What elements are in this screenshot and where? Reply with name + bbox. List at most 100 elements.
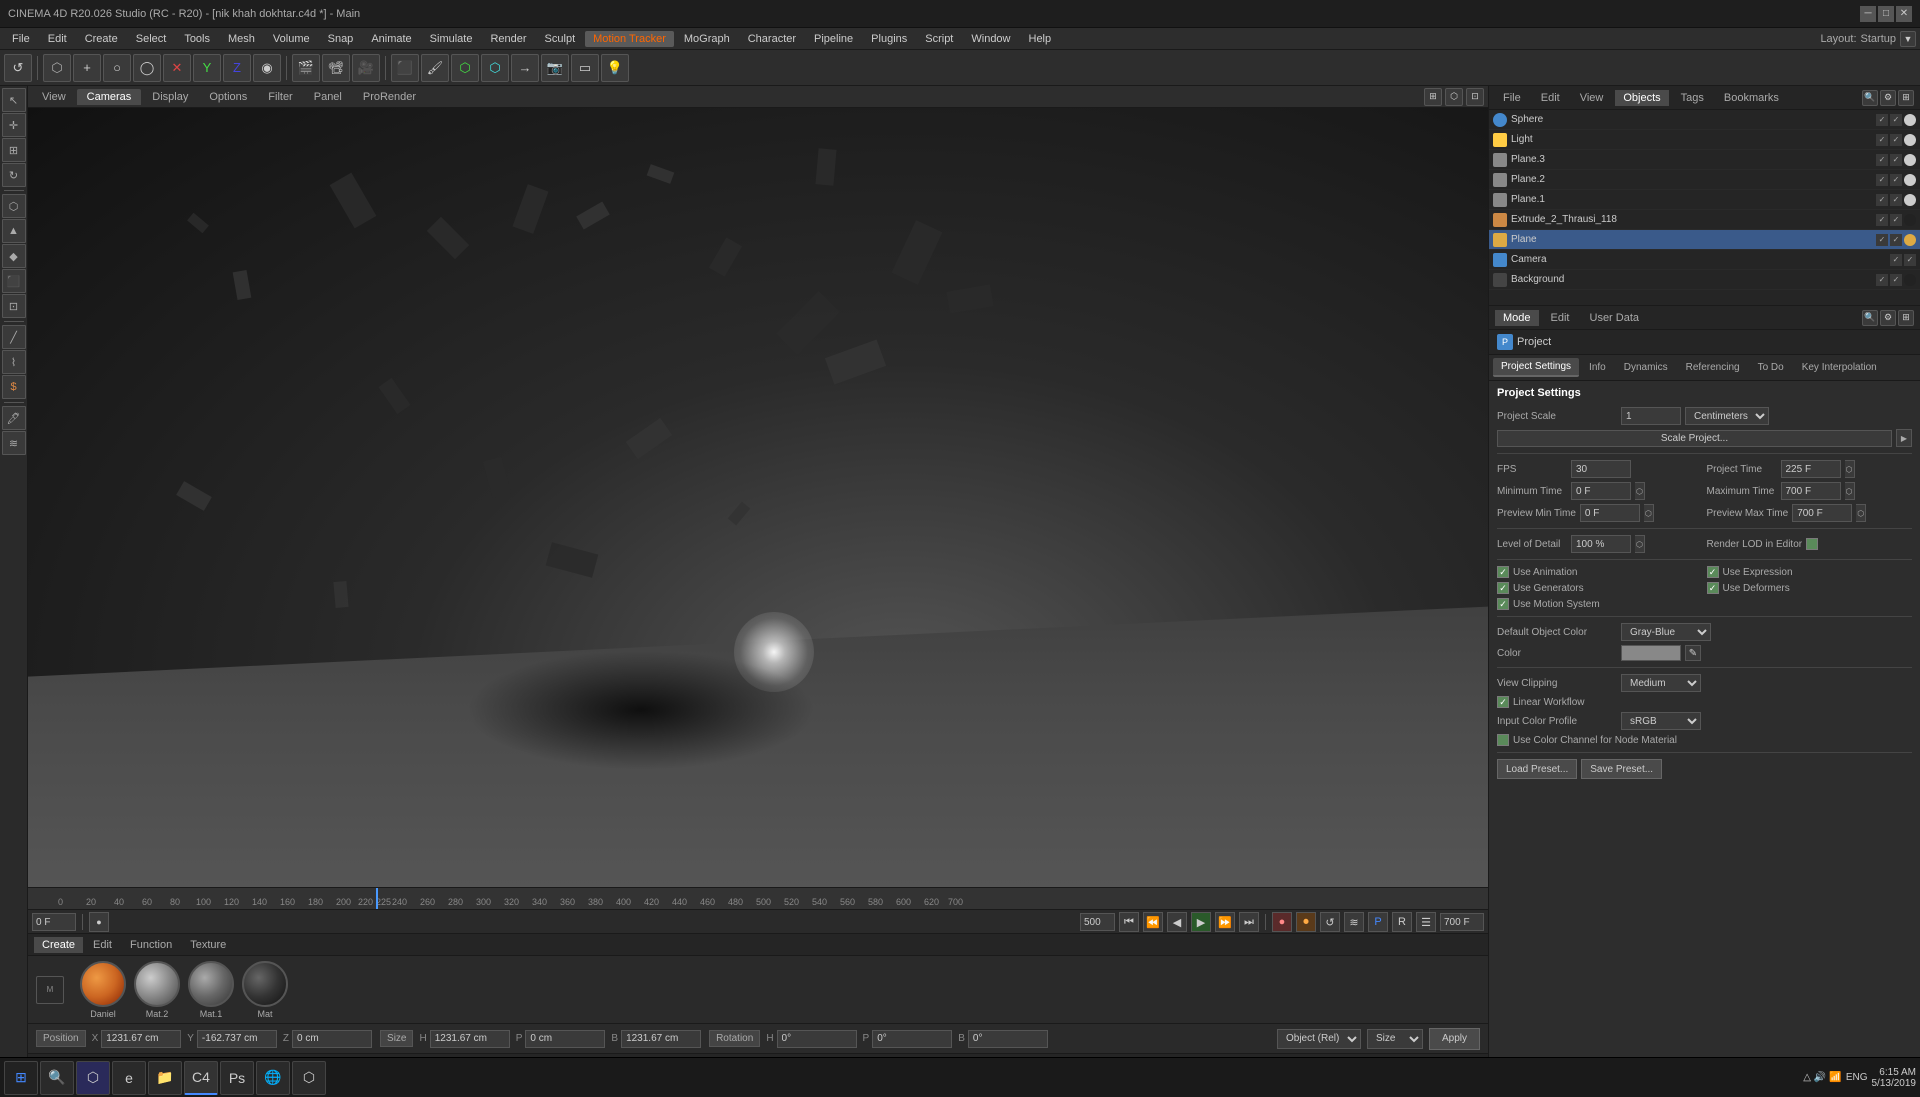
menu-edit[interactable]: Edit bbox=[40, 31, 75, 47]
tool-render[interactable]: 🎥 bbox=[352, 54, 380, 82]
left-tool-s[interactable]: $ bbox=[2, 375, 26, 399]
obj-plane2[interactable]: Plane.2 ✓ ✓ bbox=[1489, 170, 1920, 190]
menu-render[interactable]: Render bbox=[482, 31, 534, 47]
obj-plane2-vis[interactable]: ✓ bbox=[1876, 174, 1888, 186]
timeline-ruler[interactable]: 0 20 40 60 80 100 120 140 160 180 200 22… bbox=[28, 888, 1488, 910]
apply-button[interactable]: Apply bbox=[1429, 1028, 1480, 1050]
left-tool-mode4[interactable]: ⬛ bbox=[2, 269, 26, 293]
pos-key-btn[interactable]: P bbox=[1368, 912, 1388, 932]
use-expression-checkbox[interactable] bbox=[1707, 566, 1719, 578]
props-tab-info[interactable]: Info bbox=[1581, 359, 1614, 376]
obj-extrude-render[interactable]: ✓ bbox=[1890, 214, 1902, 226]
tool-film2[interactable]: 📽 bbox=[322, 54, 350, 82]
left-tool-mode5[interactable]: ⊡ bbox=[2, 294, 26, 318]
play-back[interactable]: ◀ bbox=[1167, 912, 1187, 932]
left-tool-rotate[interactable]: ↻ bbox=[2, 163, 26, 187]
menu-pipeline[interactable]: Pipeline bbox=[806, 31, 861, 47]
obj-light-vis[interactable]: ✓ bbox=[1876, 134, 1888, 146]
panel-tab-file[interactable]: File bbox=[1495, 90, 1529, 106]
props-tab-todo[interactable]: To Do bbox=[1750, 359, 1792, 376]
material-mat[interactable]: Mat bbox=[242, 961, 288, 1019]
size-p-input[interactable] bbox=[525, 1030, 605, 1048]
min-time-input[interactable] bbox=[1571, 482, 1631, 500]
obj-light[interactable]: Light ✓ ✓ bbox=[1489, 130, 1920, 150]
close-button[interactable]: ✕ bbox=[1896, 6, 1912, 22]
obj-extrude[interactable]: Extrude_2_Thrausi_118 ✓ ✓ bbox=[1489, 210, 1920, 230]
rot-p-input[interactable] bbox=[872, 1030, 952, 1048]
props-header-userdata[interactable]: User Data bbox=[1582, 310, 1648, 326]
viewport-3d[interactable] bbox=[28, 108, 1488, 887]
left-tool-mode2[interactable]: ▲ bbox=[2, 219, 26, 243]
mat-tab-texture[interactable]: Texture bbox=[182, 937, 234, 953]
obj-camera-vis[interactable]: ✓ bbox=[1890, 254, 1902, 266]
pos-y-input[interactable] bbox=[197, 1030, 277, 1048]
record-scheme-btn[interactable]: R bbox=[1392, 912, 1412, 932]
loop-btn[interactable]: ↺ bbox=[1320, 912, 1340, 932]
project-scale-input[interactable] bbox=[1621, 407, 1681, 425]
project-time-arrow[interactable]: ⬡ bbox=[1845, 460, 1855, 478]
viewport-tab-view[interactable]: View bbox=[32, 89, 76, 105]
menu-volume[interactable]: Volume bbox=[265, 31, 318, 47]
panel-tab-bookmarks[interactable]: Bookmarks bbox=[1716, 90, 1787, 106]
left-tool-mode3[interactable]: ◆ bbox=[2, 244, 26, 268]
taskbar-explorer[interactable]: 📁 bbox=[148, 1061, 182, 1095]
obj-plane-vis[interactable]: ✓ bbox=[1876, 234, 1888, 246]
left-tool-l1[interactable]: ╱ bbox=[2, 325, 26, 349]
panel-tab-objects[interactable]: Objects bbox=[1615, 90, 1668, 106]
use-motion-checkbox[interactable] bbox=[1497, 598, 1509, 610]
size-h-input[interactable] bbox=[430, 1030, 510, 1048]
color-swatch[interactable] bbox=[1621, 645, 1681, 661]
viewport-tab-cameras[interactable]: Cameras bbox=[77, 89, 142, 105]
obj-plane[interactable]: Plane ✓ ✓ bbox=[1489, 230, 1920, 250]
preview-min-input[interactable] bbox=[1580, 504, 1640, 522]
project-scale-unit[interactable]: Centimeters Meters Millimeters bbox=[1685, 407, 1769, 425]
panel-tab-tags[interactable]: Tags bbox=[1673, 90, 1712, 106]
panel-tab-edit[interactable]: Edit bbox=[1533, 90, 1568, 106]
left-tool-scale[interactable]: ⊞ bbox=[2, 138, 26, 162]
scale-project-button[interactable]: Scale Project... bbox=[1497, 430, 1892, 447]
menu-simulate[interactable]: Simulate bbox=[422, 31, 481, 47]
props-search-icon[interactable]: 🔍 bbox=[1862, 310, 1878, 326]
props-maximize-icon[interactable]: ⊞ bbox=[1898, 310, 1914, 326]
tool-arrow[interactable]: → bbox=[511, 54, 539, 82]
obj-camera[interactable]: Camera ✓ ✓ bbox=[1489, 250, 1920, 270]
left-tool-brush[interactable]: 🖊 bbox=[2, 406, 26, 430]
obj-plane3[interactable]: Plane.3 ✓ ✓ bbox=[1489, 150, 1920, 170]
tool-record[interactable]: ◉ bbox=[253, 54, 281, 82]
props-tab-referencing[interactable]: Referencing bbox=[1678, 359, 1748, 376]
lod-arrow[interactable]: ⬡ bbox=[1635, 535, 1645, 553]
menu-tools[interactable]: Tools bbox=[176, 31, 218, 47]
preview-max-arrow[interactable]: ⬡ bbox=[1856, 504, 1866, 522]
left-tool-select[interactable]: ↖ bbox=[2, 88, 26, 112]
color-edit-button[interactable]: ✎ bbox=[1685, 645, 1701, 661]
menu-file[interactable]: File bbox=[4, 31, 38, 47]
menu-snap[interactable]: Snap bbox=[320, 31, 362, 47]
lod-input[interactable] bbox=[1571, 535, 1631, 553]
menu-select[interactable]: Select bbox=[128, 31, 175, 47]
menu-motion-tracker[interactable]: Motion Tracker bbox=[585, 31, 674, 47]
tool-z[interactable]: Z bbox=[223, 54, 251, 82]
taskbar-chrome[interactable]: 🌐 bbox=[256, 1061, 290, 1095]
material-mat2[interactable]: Mat.2 bbox=[134, 961, 180, 1019]
obj-light-render[interactable]: ✓ bbox=[1890, 134, 1902, 146]
obj-background[interactable]: Background ✓ ✓ bbox=[1489, 270, 1920, 290]
obj-background-vis[interactable]: ✓ bbox=[1876, 274, 1888, 286]
min-time-arrow[interactable]: ⬡ bbox=[1635, 482, 1645, 500]
menu-help[interactable]: Help bbox=[1021, 31, 1060, 47]
taskbar-cinema4d[interactable]: C4 bbox=[184, 1061, 218, 1095]
viewport-tab-options[interactable]: Options bbox=[199, 89, 257, 105]
pos-z-input[interactable] bbox=[292, 1030, 372, 1048]
obj-sphere[interactable]: Sphere ✓ ✓ bbox=[1489, 110, 1920, 130]
taskbar-app2[interactable]: ⬡ bbox=[292, 1061, 326, 1095]
obj-plane1[interactable]: Plane.1 ✓ ✓ bbox=[1489, 190, 1920, 210]
viewport-icon-1[interactable]: ⊞ bbox=[1424, 88, 1442, 106]
rot-h-input[interactable] bbox=[777, 1030, 857, 1048]
tool-x[interactable]: ✕ bbox=[163, 54, 191, 82]
panel-maximize[interactable]: ⊞ bbox=[1898, 90, 1914, 106]
obj-background-render[interactable]: ✓ bbox=[1890, 274, 1902, 286]
panel-search[interactable]: 🔍 bbox=[1862, 90, 1878, 106]
object-rel-dropdown[interactable]: Object (Rel) World bbox=[1277, 1029, 1361, 1049]
obj-plane1-vis[interactable]: ✓ bbox=[1876, 194, 1888, 206]
use-animation-checkbox[interactable] bbox=[1497, 566, 1509, 578]
mat-tab-edit[interactable]: Edit bbox=[85, 937, 120, 953]
